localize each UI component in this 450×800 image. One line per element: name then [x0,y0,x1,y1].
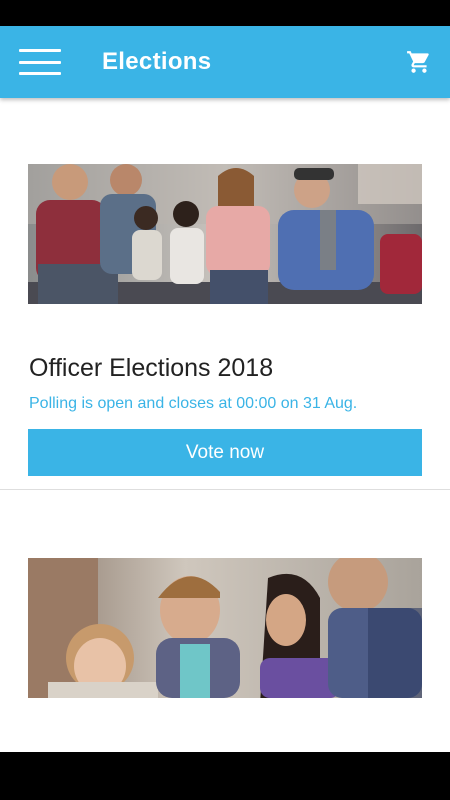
election-status: Polling is open and closes at 00:00 on 3… [29,395,358,412]
election-card [0,490,450,752]
menu-button[interactable] [0,26,80,98]
election-card: Officer Elections 2018 Polling is open a… [0,98,450,490]
shopping-cart-icon [407,51,429,73]
system-navigation-bar [0,752,450,800]
app-bar: Elections [0,26,450,98]
election-photo [28,558,422,698]
hamburger-menu-icon [19,49,61,75]
page-title: Elections [102,48,212,75]
election-photo [28,164,422,304]
vote-now-button[interactable]: Vote now [28,429,422,476]
election-list[interactable]: Officer Elections 2018 Polling is open a… [0,98,450,752]
election-title: Officer Elections 2018 [29,354,274,382]
status-bar [0,0,450,26]
cart-button[interactable] [388,26,450,98]
